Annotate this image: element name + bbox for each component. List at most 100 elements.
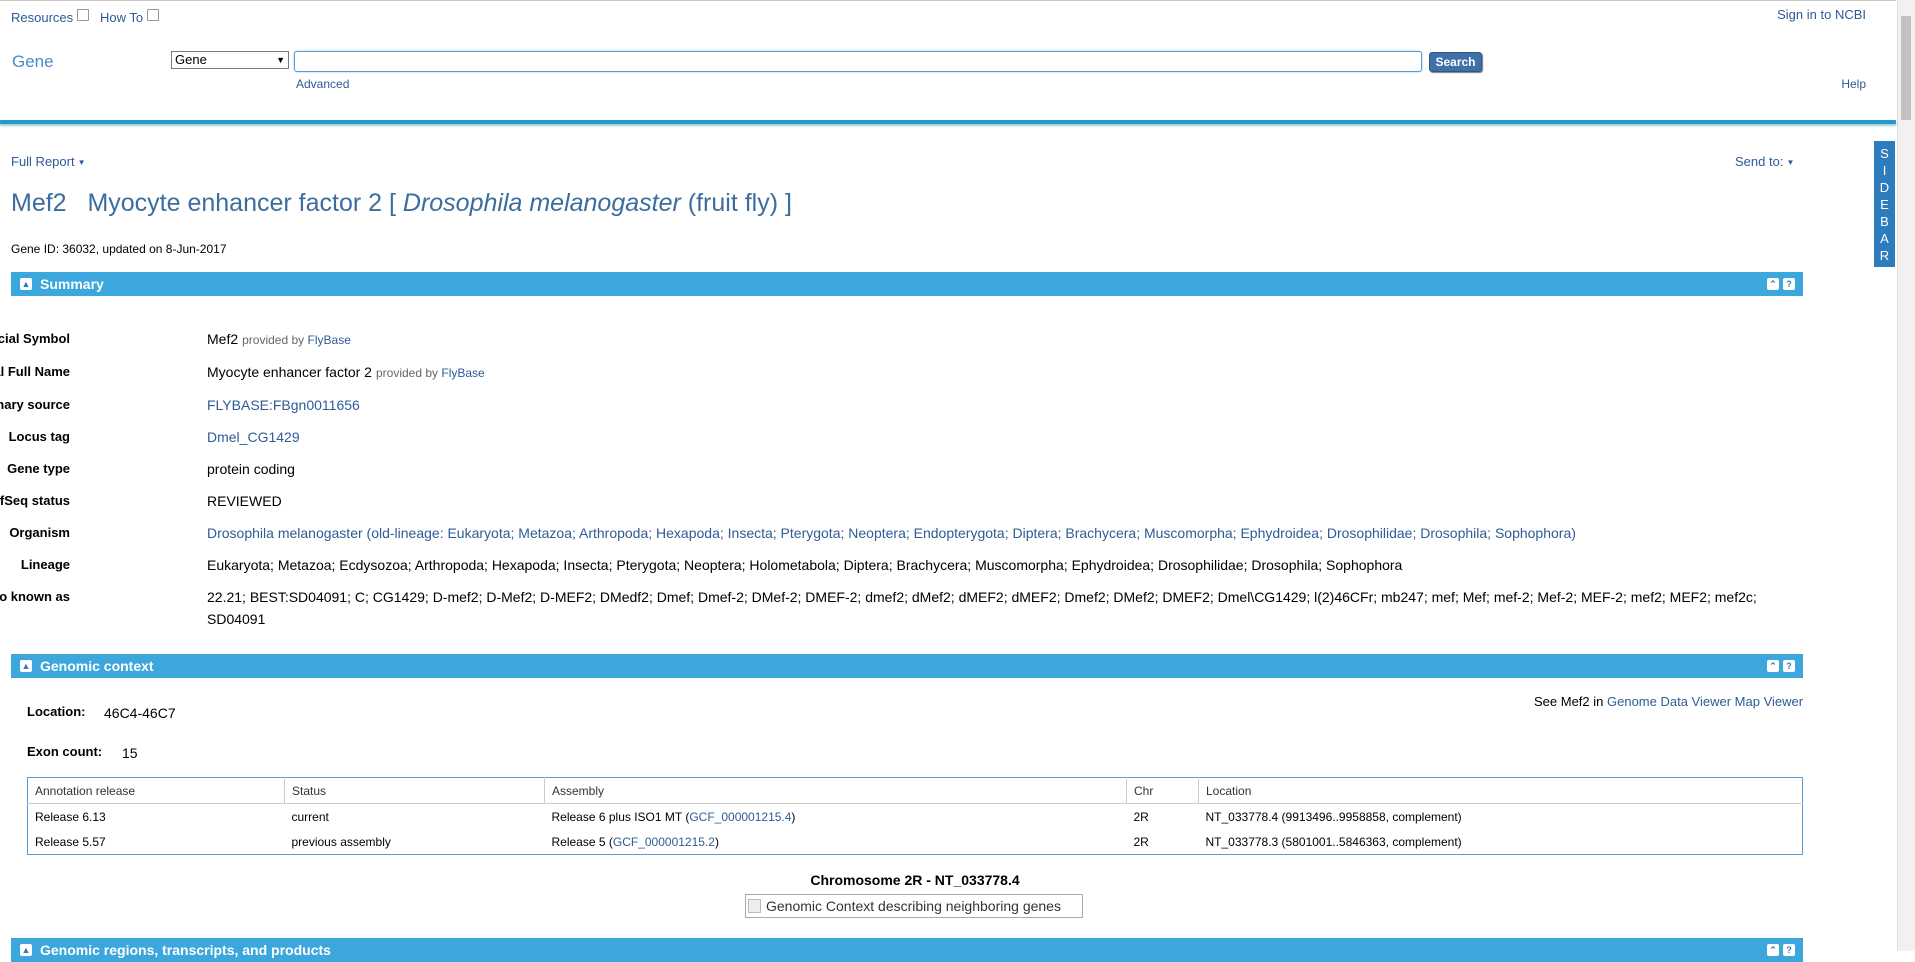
genomic-context-heading: Genomic context: [40, 658, 154, 674]
locus-tag-link[interactable]: Dmel_CG1429: [207, 429, 300, 445]
summary-value: Mef2 provided by FlyBase: [207, 328, 1797, 351]
column-header: Annotation release: [27, 777, 285, 804]
location-cell: NT_033778.3 (5801001..5846363, complemen…: [1198, 829, 1803, 855]
search-input[interactable]: [294, 51, 1422, 72]
assembly-text: Release 5 (: [551, 834, 613, 849]
organism-link[interactable]: Drosophila melanogaster (old-lineage: Eu…: [207, 525, 1576, 541]
exon-count-label: Exon count:: [27, 744, 103, 759]
genome-data-viewer-link[interactable]: Genome Data Viewer: [1607, 694, 1731, 709]
summary-label: RefSeq status: [0, 493, 70, 508]
table-header-row: Annotation release Status Assembly Chr L…: [27, 777, 1803, 804]
status-cell: current: [284, 803, 545, 829]
chromosome-caption: Chromosome 2R - NT_033778.4: [810, 872, 1020, 888]
database-title[interactable]: Gene: [12, 52, 54, 72]
gene-id-line: Gene ID: 36032, updated on 8-Jun-2017: [11, 242, 227, 256]
chr-cell: 2R: [1126, 803, 1199, 829]
gene-symbol: Mef2: [11, 189, 67, 217]
collapse-icon[interactable]: ▲: [20, 278, 32, 290]
summary-heading: Summary: [40, 276, 104, 292]
header-divider: [0, 120, 1896, 124]
summary-label: Primary source: [0, 397, 70, 412]
collapse-icon[interactable]: ▲: [20, 944, 32, 956]
provided-by: provided by FlyBase: [376, 366, 485, 380]
dropdown-arrow-icon: ▼: [276, 55, 285, 65]
go-top-icon[interactable]: ⌃: [1767, 660, 1779, 672]
provided-by: provided by FlyBase: [242, 333, 351, 347]
table-row: Release 6.13 current Release 6 plus ISO1…: [27, 803, 1803, 829]
map-viewer-link[interactable]: Map Viewer: [1735, 694, 1803, 709]
flybase-link[interactable]: FlyBase: [441, 366, 484, 380]
title-bracket-open: [: [388, 189, 396, 217]
column-header: Location: [1198, 777, 1803, 804]
assembly-link[interactable]: GCF_000001215.2: [613, 835, 715, 849]
summary-section-header[interactable]: ▲ Summary ⌃ ?: [11, 272, 1803, 296]
column-header: Status: [284, 777, 545, 804]
genomic-regions-heading: Genomic regions, transcripts, and produc…: [40, 942, 331, 958]
howto-toggle-icon: [147, 9, 160, 21]
advanced-search-link[interactable]: Advanced: [296, 77, 349, 91]
see-in-text: See Mef2 in: [1534, 694, 1604, 709]
genomic-context-image[interactable]: Genomic Context describing neighboring g…: [745, 894, 1083, 918]
species-name: Drosophila melanogaster: [402, 189, 681, 217]
flybase-link[interactable]: FlyBase: [308, 333, 351, 347]
database-select[interactable]: Gene ▼: [171, 51, 289, 69]
aliases-value: 22.21; BEST:SD04091; C; CG1429; D-mef2; …: [207, 589, 1757, 627]
scrollbar-thumb[interactable]: [1901, 16, 1911, 120]
assembly-text: Release 6 plus ISO1 MT (: [551, 809, 690, 824]
summary-value: FLYBASE:FBgn0011656: [207, 394, 1797, 416]
summary-label: Gene type: [7, 461, 70, 476]
column-header: Chr: [1126, 777, 1199, 804]
refseq-status-value: REVIEWED: [207, 493, 282, 509]
page-scrollbar[interactable]: [1897, 0, 1915, 951]
provided-by-text: provided by: [375, 366, 439, 380]
primary-source-link[interactable]: FLYBASE:FBgn0011656: [207, 397, 360, 413]
gene-full-name: Myocyte enhancer factor 2: [87, 189, 383, 217]
official-symbol: Mef2: [207, 331, 239, 347]
database-select-value: Gene: [175, 52, 207, 67]
search-button[interactable]: Search: [1429, 52, 1482, 72]
send-to-menu[interactable]: Send to: ▼: [1735, 154, 1794, 169]
location-value: 46C4-46C7: [104, 705, 176, 721]
howto-label: How To: [100, 10, 144, 25]
resources-menu[interactable]: Resources: [11, 9, 90, 25]
page-title: Mef2 Myocyte enhancer factor 2 [ Drosoph…: [11, 189, 792, 218]
summary-value: Myocyte enhancer factor 2 provided by Fly…: [207, 361, 1797, 384]
help-icon[interactable]: ?: [1783, 944, 1795, 956]
provided-by-text: provided by: [242, 333, 305, 347]
go-top-icon[interactable]: ⌃: [1767, 944, 1779, 956]
summary-label: Lineage: [20, 557, 70, 572]
assembly-cell: Release 6 plus ISO1 MT (GCF_000001215.4): [544, 803, 1127, 829]
summary-label: Also known as: [0, 589, 70, 604]
location-cell: NT_033778.4 (9913496..9958858, complemen…: [1198, 803, 1803, 829]
table-row: Release 5.57 previous assembly Release 5…: [27, 829, 1803, 855]
summary-value: Dmel_CG1429: [207, 426, 1797, 448]
help-link[interactable]: Help: [1841, 77, 1866, 91]
sidebar-toggle-tab[interactable]: S I D E B A R: [1874, 141, 1895, 267]
location-label: Location:: [27, 704, 86, 719]
common-name: (fruit fly): [687, 189, 779, 217]
display-format-menu[interactable]: Full Report ▼: [11, 154, 86, 169]
sidebar-letter: S: [1880, 146, 1889, 161]
help-icon[interactable]: ?: [1783, 660, 1795, 672]
summary-value: Drosophila melanogaster (old-lineage: Eu…: [207, 522, 1797, 544]
howto-menu[interactable]: How To: [100, 9, 160, 25]
assembly-link[interactable]: GCF_000001215.4: [689, 810, 791, 824]
genomic-regions-section-header[interactable]: ▲ Genomic regions, transcripts, and prod…: [11, 938, 1803, 962]
send-to-label: Send to:: [1735, 154, 1784, 169]
status-cell: previous assembly: [284, 829, 545, 855]
summary-label: Locus tag: [8, 429, 70, 444]
exon-count-value: 15: [122, 745, 138, 761]
resources-toggle-icon: [77, 9, 90, 21]
caret-down-icon: ▼: [1786, 158, 1795, 167]
go-top-icon[interactable]: ⌃: [1767, 278, 1779, 290]
sign-in-link[interactable]: Sign in to NCBI: [1777, 7, 1866, 22]
genomic-context-section-header[interactable]: ▲ Genomic context ⌃ ?: [11, 654, 1803, 678]
summary-label: Official Full Name: [0, 364, 70, 379]
collapse-icon[interactable]: ▲: [20, 660, 32, 672]
ncbi-header: Resources How To Sign in to NCBI Gene Ge…: [0, 0, 1896, 123]
assembly-cell: Release 5 (GCF_000001215.2): [544, 829, 1127, 855]
assembly-close: ): [714, 834, 719, 849]
help-icon[interactable]: ?: [1783, 278, 1795, 290]
broken-image-icon: [748, 899, 761, 913]
release-cell: Release 6.13: [27, 803, 285, 829]
